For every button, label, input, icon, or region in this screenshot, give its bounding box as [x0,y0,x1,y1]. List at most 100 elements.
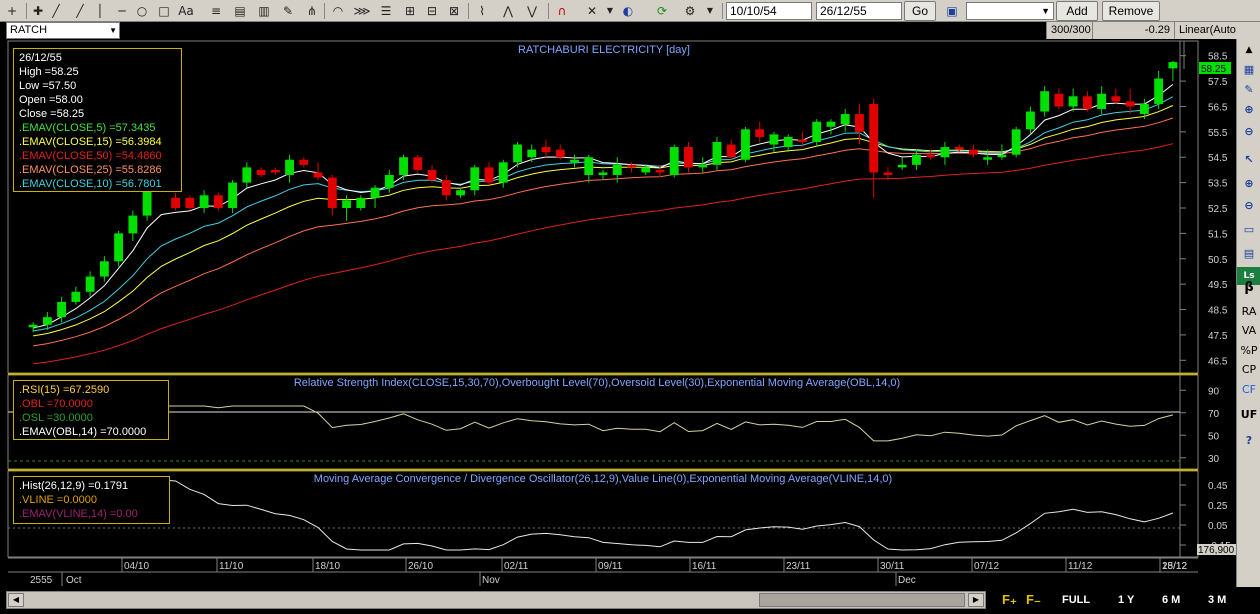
toolbar-separator [548,3,549,19]
cf-icon[interactable]: CF [1237,381,1260,399]
range-6m-button[interactable]: 6 M [1162,592,1180,608]
gann-fan-icon[interactable]: ⊠ [444,2,464,20]
candle-body [798,139,807,142]
edit-icon[interactable]: ✎ [1237,81,1260,99]
stock-chart[interactable]: 58.5 57.5 56.5 55.5 54.5 53.5 52.5 51.5 50.5 49.5… [0,39,1236,587]
to-date-field[interactable]: 26/12/55 [816,2,902,20]
remove-pane-icon[interactable]: ⊖ [1237,123,1260,141]
speed-lines-icon[interactable]: ⋙ [352,2,372,20]
info-ema50: .EMAV(CLOSE,50) =54.4860 [19,150,162,162]
scroll-thumb[interactable] [759,593,965,607]
window-icon[interactable]: ▭ [1237,221,1260,239]
go-button[interactable]: Go [904,1,936,21]
zoom-in-range-icon[interactable]: F₊ [1002,592,1017,608]
dropdown-arrow-icon[interactable]: ▼ [600,2,620,20]
macd-info-box[interactable]: .Hist(26,12,9) =0.1791 .VLINE =0.0000 .E… [13,476,170,524]
zoom-out-icon[interactable]: ⊖ [1237,197,1260,215]
cursor-select-icon[interactable]: ↖ [1237,151,1260,169]
date-tick-label: 07/12 [974,561,999,572]
toolbar-separator [26,3,27,19]
scroll-left-icon[interactable]: ◀ [8,593,24,607]
price-tick-label: 54.5 [1208,153,1228,164]
scroll-right-icon[interactable]: ▶ [968,593,984,607]
candle-body [1168,62,1178,69]
fib-arc-icon[interactable]: ▥ [254,2,274,20]
layout-icon[interactable]: ▦ [1237,61,1260,79]
pitchfork-icon[interactable]: ⋔ [302,2,322,20]
zoom-out-range-icon[interactable]: F₋ [1026,592,1041,608]
horizontal-line-icon[interactable]: ─ [112,2,132,20]
candle-body [926,154,936,158]
vertical-line-icon[interactable]: │ [90,2,110,20]
fibonacci-icon[interactable]: ≡ [206,2,226,20]
candle [484,162,494,186]
ema-lines [32,84,1174,365]
help-icon[interactable]: ? [1237,432,1260,450]
candle-body [954,147,964,150]
candle [769,131,779,153]
candle-body [684,147,693,168]
candle-body [627,164,636,168]
candle-body [541,147,551,153]
magnet-icon[interactable]: ∩ [552,2,572,20]
candle [912,149,921,170]
remove-button[interactable]: Remove [1102,1,1160,21]
scroll-up-icon[interactable]: ▲ [1237,41,1260,59]
main-info-box[interactable]: 26/12/55 High =58.25 Low =57.50 Open =58… [13,48,182,192]
gann-box-icon[interactable]: ⊟ [422,2,442,20]
candle [627,162,636,173]
cp-icon[interactable]: CP [1237,361,1260,379]
elliott-wave-icon[interactable]: ⋀ [498,2,518,20]
rectangle-icon[interactable]: □ [154,2,174,20]
scale-mode[interactable]: Linear(Auto [1174,22,1260,39]
toolbar: + ✚ ╱ ╱ │ ─ ○ □ Aa ≡ ▤ ▥ ✎ ⋔ ◠ ⋙ ☰ ⊞ ⊟ ⊠… [0,0,1260,22]
candle [940,142,950,165]
rsi-info-box[interactable]: .RSI(15) =67.2590 .OBL =70.0000 .OSL =30… [13,380,169,440]
add-pane-icon[interactable]: ⊕ [1237,101,1260,119]
pointer-icon[interactable]: + [2,2,22,20]
dropdown-arrow-icon[interactable]: ▼ [700,2,720,20]
arc-icon[interactable]: ◠ [328,2,348,20]
price-axis[interactable]: 58.5 57.5 56.5 55.5 54.5 53.5 52.5 51.5 50.5 49.5… [1180,52,1228,368]
save-template-icon[interactable]: ▣ [942,2,962,20]
window-list-icon[interactable]: ▤ [1237,245,1260,263]
last-price-label: 58.25 [1201,64,1226,75]
fib-fan-icon[interactable]: ▤ [230,2,250,20]
cursor-mode-icon[interactable]: ◐ [618,2,638,20]
gann-grid-icon[interactable]: ⊞ [400,2,420,20]
va-icon[interactable]: VA [1237,322,1260,340]
trendline-icon[interactable]: ╱ [46,2,66,20]
percent-p-icon[interactable]: %P [1237,342,1260,360]
refresh-icon[interactable]: ⟳ [652,2,672,20]
ra-icon[interactable]: RA [1237,303,1260,321]
date-tick-label: 16/11 [692,561,717,572]
candle [427,164,437,183]
candle-body [399,157,408,175]
template-combo[interactable]: ▼ [966,2,1054,20]
candle [71,286,81,305]
zoom-in-icon[interactable]: ⊕ [1237,175,1260,193]
pencil-icon[interactable]: ✎ [278,2,298,20]
channel-icon[interactable]: ☰ [376,2,396,20]
from-date-field[interactable]: 10/10/54 [726,2,812,20]
text-tool-icon[interactable]: Aa [176,2,196,20]
horizontal-scrollbar[interactable]: ◀ ▶ [6,591,986,609]
candle-body [641,167,651,173]
circle-icon[interactable]: ○ [132,2,152,20]
uf-icon[interactable]: UF [1237,406,1260,424]
crosshair-icon[interactable]: ✚ [28,2,48,20]
range-3m-button[interactable]: 3 M [1208,592,1226,608]
settings-icon[interactable]: ⚙ [680,2,700,20]
candle [869,98,879,198]
ray-line-icon[interactable]: ╱ [70,2,90,20]
toolbar-separator [324,3,325,19]
symbol-select[interactable]: RATCH ▼ [6,22,120,39]
beta-icon[interactable]: β [1237,279,1260,297]
abc-wave-icon[interactable]: ⋁ [522,2,542,20]
range-full-button[interactable]: FULL [1062,592,1090,608]
wave-tool-icon[interactable]: ⌇ [472,2,492,20]
delete-icon[interactable]: ✕ [582,2,602,20]
add-button[interactable]: Add [1056,1,1098,21]
range-1y-button[interactable]: 1 Y [1118,592,1134,608]
ema-15-line [33,105,1174,337]
